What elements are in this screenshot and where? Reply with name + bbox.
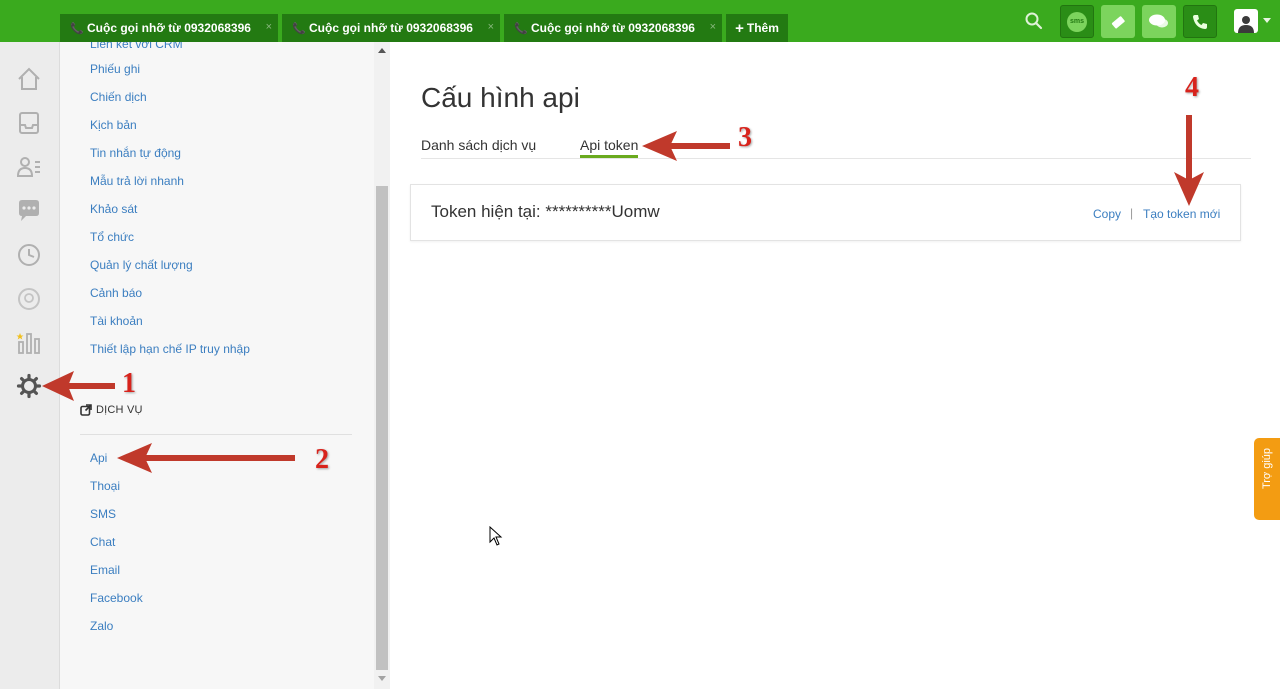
scroll-thumb[interactable] bbox=[376, 186, 388, 670]
history-icon[interactable] bbox=[16, 242, 42, 268]
menu-item-quan-ly-chat-luong[interactable]: Quản lý chất lượng bbox=[90, 258, 193, 272]
call-tab-2[interactable]: 📞 Cuộc gọi nhỡ từ 0932068396 × bbox=[282, 14, 500, 42]
scroll-up-icon[interactable] bbox=[378, 48, 386, 53]
close-icon[interactable]: × bbox=[266, 21, 272, 33]
menu-item-cut-off[interactable]: Liên kết với CRM bbox=[90, 42, 183, 51]
menu-item-chien-dich[interactable]: Chiến dịch bbox=[90, 90, 147, 104]
token-label: Token hiện tại: **********Uomw bbox=[431, 202, 660, 221]
call-tab-3[interactable]: 📞 Cuộc gọi nhỡ từ 0932068396 × bbox=[504, 14, 722, 42]
sms-badge: sms bbox=[1069, 18, 1084, 25]
scroll-down-icon[interactable] bbox=[378, 676, 386, 681]
contacts-icon[interactable] bbox=[16, 154, 42, 180]
menu-scrollbar[interactable] bbox=[374, 42, 390, 689]
menu-item-tai-khoan[interactable]: Tài khoản bbox=[90, 314, 143, 328]
call-tab-label: Cuộc gọi nhỡ từ 0932068396 bbox=[87, 21, 251, 35]
phone-icon bbox=[1193, 14, 1207, 29]
menu-item-chat[interactable]: Chat bbox=[90, 535, 115, 549]
call-tab-label: Cuộc gọi nhỡ từ 0932068396 bbox=[531, 21, 695, 35]
menu-item-canh-bao[interactable]: Cảnh báo bbox=[90, 286, 142, 300]
chevron-down-icon[interactable] bbox=[1263, 18, 1271, 23]
section-title-label: DỊCH VỤ bbox=[96, 404, 143, 416]
sms-icon: sms bbox=[1067, 11, 1087, 32]
search-icon[interactable] bbox=[1024, 11, 1044, 31]
menu-item-sms[interactable]: SMS bbox=[90, 507, 116, 521]
annotation-number-1: 1 bbox=[122, 368, 136, 399]
plus-icon: + bbox=[735, 19, 744, 37]
chat-bubbles-icon bbox=[1149, 14, 1168, 27]
user-avatar[interactable] bbox=[1234, 9, 1258, 33]
close-icon[interactable]: × bbox=[710, 21, 716, 33]
ticket-button[interactable] bbox=[1101, 5, 1135, 38]
home-icon[interactable] bbox=[16, 66, 42, 92]
menu-item-tin-nhan-tu-dong[interactable]: Tin nhắn tự động bbox=[90, 146, 181, 160]
menu-item-phieu-ghi[interactable]: Phiếu ghi bbox=[90, 62, 140, 76]
tabs-divider bbox=[421, 158, 1251, 159]
menu-item-kich-ban[interactable]: Kịch bản bbox=[90, 118, 137, 132]
support-icon[interactable] bbox=[16, 286, 42, 312]
missed-call-icon: 📞 bbox=[292, 22, 306, 35]
phone-button[interactable] bbox=[1183, 5, 1217, 38]
help-label-text: Trợ giúp bbox=[1261, 448, 1273, 490]
user-icon bbox=[1238, 16, 1254, 33]
tab-api-token[interactable]: Api token bbox=[580, 137, 638, 153]
annotation-number-2: 2 bbox=[315, 444, 329, 475]
sms-button[interactable]: sms bbox=[1060, 5, 1094, 38]
icon-sidebar bbox=[0, 42, 60, 689]
menu-item-zalo[interactable]: Zalo bbox=[90, 619, 113, 633]
help-label[interactable]: Trợ giúp bbox=[1261, 448, 1273, 489]
settings-menu: Liên kết với CRM Phiếu ghi Chiến dịch Kị… bbox=[60, 42, 390, 689]
call-tab-label: Cuộc gọi nhỡ từ 0932068396 bbox=[309, 21, 473, 35]
copy-link[interactable]: Copy bbox=[1093, 207, 1121, 221]
divider bbox=[80, 434, 352, 435]
add-tab-label: Thêm bbox=[746, 21, 779, 35]
active-tab-indicator bbox=[580, 155, 638, 158]
inbox-icon[interactable] bbox=[16, 110, 42, 136]
link-separator: | bbox=[1130, 206, 1134, 220]
menu-item-to-chuc[interactable]: Tổ chức bbox=[90, 230, 134, 244]
add-tab-button[interactable]: + Thêm bbox=[726, 14, 788, 42]
token-card: Token hiện tại: **********Uomw Copy | Tạ… bbox=[410, 184, 1241, 241]
new-token-link[interactable]: Tạo token mới bbox=[1143, 207, 1220, 221]
menu-item-ip-restriction[interactable]: Thiết lập hạn chế IP truy nhập bbox=[90, 342, 250, 356]
annotation-arrowhead-3 bbox=[642, 131, 677, 161]
annotation-number-4: 4 bbox=[1185, 72, 1199, 103]
call-tab-1[interactable]: 📞 Cuộc gọi nhỡ từ 0932068396 × bbox=[60, 14, 278, 42]
report-icon[interactable] bbox=[16, 330, 42, 356]
annotation-number-3: 3 bbox=[738, 122, 752, 153]
menu-item-api[interactable]: Api bbox=[90, 451, 107, 465]
section-title-dich-vu: DỊCH VỤ bbox=[80, 404, 143, 416]
missed-call-icon: 📞 bbox=[514, 22, 528, 35]
chat-button[interactable] bbox=[1142, 5, 1176, 38]
menu-item-email[interactable]: Email bbox=[90, 563, 120, 577]
mouse-cursor-icon bbox=[489, 526, 503, 546]
page-title: Cấu hình api bbox=[421, 82, 580, 113]
menu-item-thoai[interactable]: Thoại bbox=[90, 479, 120, 493]
missed-call-icon: 📞 bbox=[70, 22, 84, 35]
gear-icon[interactable] bbox=[16, 373, 42, 399]
close-icon[interactable]: × bbox=[488, 21, 494, 33]
ticket-icon bbox=[1111, 15, 1125, 29]
external-link-icon bbox=[80, 404, 92, 416]
tab-danh-sach-dich-vu[interactable]: Danh sách dịch vụ bbox=[421, 137, 536, 153]
top-bar: 📞 Cuộc gọi nhỡ từ 0932068396 × 📞 Cuộc gọ… bbox=[0, 0, 1280, 42]
menu-item-khao-sat[interactable]: Khảo sát bbox=[90, 202, 137, 216]
menu-item-facebook[interactable]: Facebook bbox=[90, 591, 143, 605]
chat-icon[interactable] bbox=[16, 198, 42, 224]
menu-item-mau-tra-loi-nhanh[interactable]: Mẫu trả lời nhanh bbox=[90, 174, 184, 188]
